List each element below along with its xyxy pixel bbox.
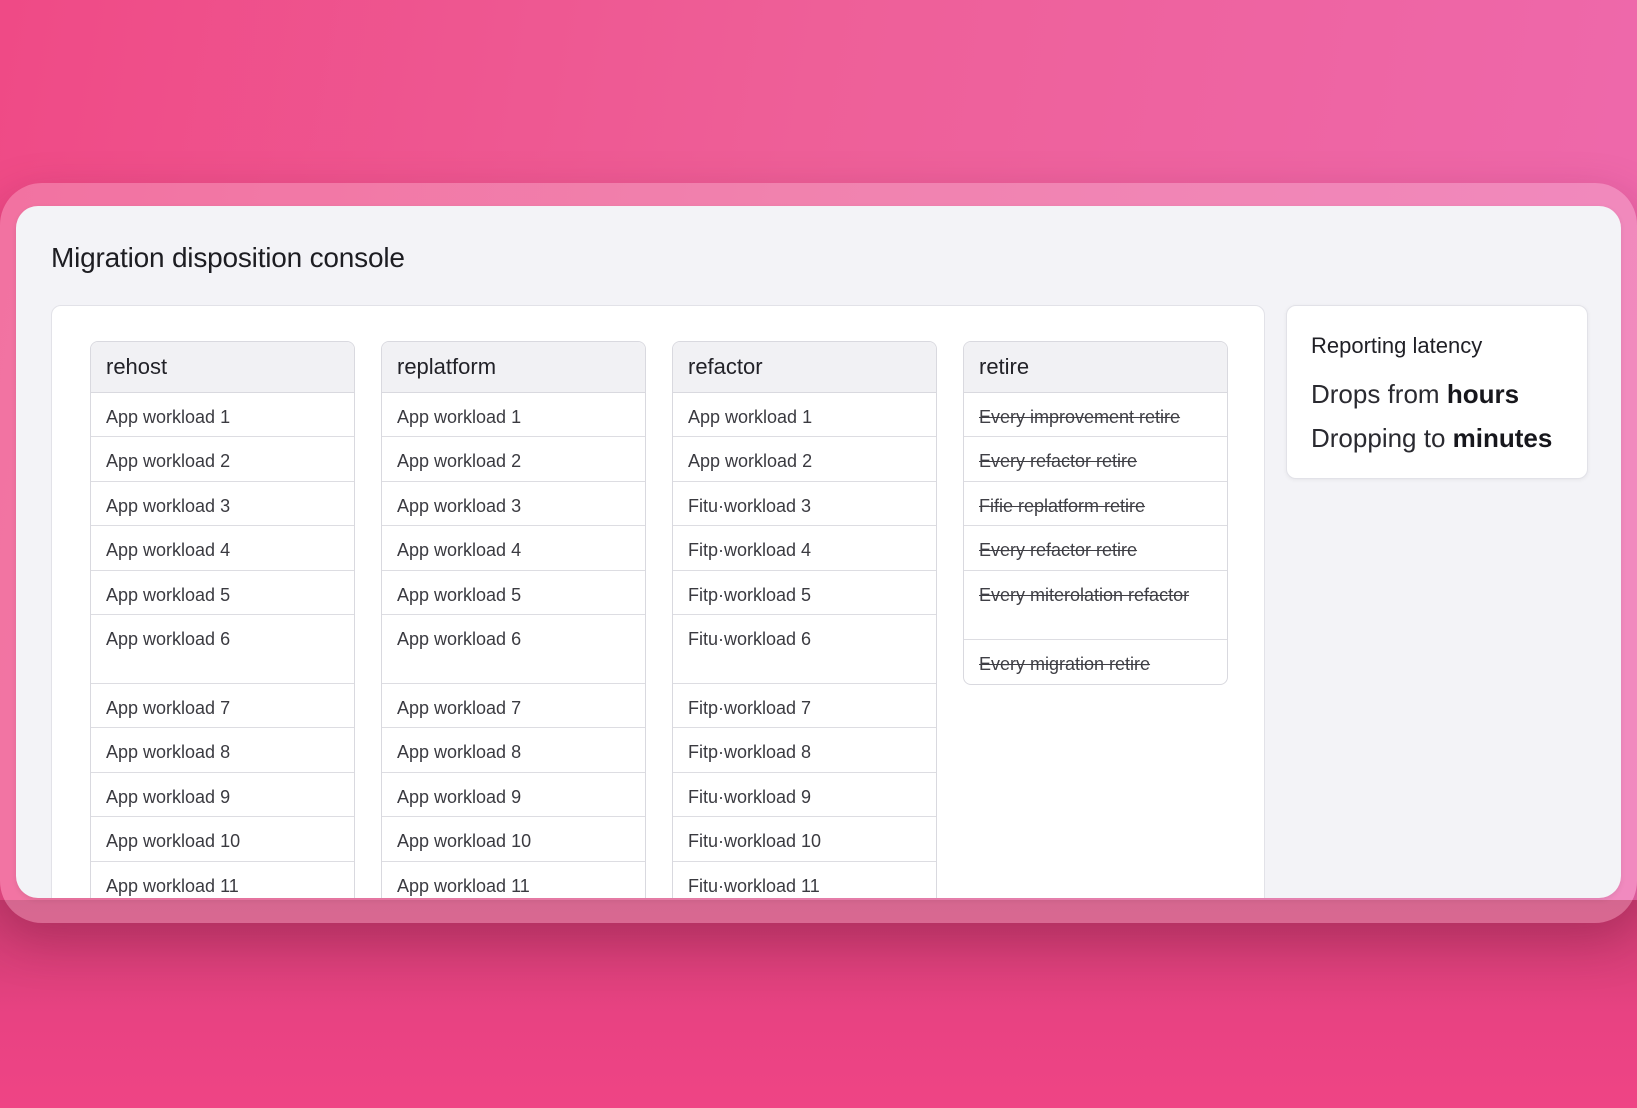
card[interactable]: Fitu·workload 3 xyxy=(673,482,936,526)
card[interactable]: App workload 8 xyxy=(91,728,354,773)
column-rehost: rehost App workload 1 App workload 2 App… xyxy=(90,341,355,898)
column-header: retire xyxy=(964,342,1227,393)
card[interactable]: Every refactor retire xyxy=(964,437,1227,482)
card[interactable]: App workload 2 xyxy=(382,437,645,482)
card[interactable]: App workload 5 xyxy=(382,571,645,615)
card[interactable]: App workload 7 xyxy=(382,684,645,728)
card[interactable]: Every migration retire xyxy=(964,640,1227,684)
column-retire: retire Every improvement retire Every re… xyxy=(963,341,1228,685)
card[interactable]: Every improvement retire xyxy=(964,393,1227,437)
card[interactable]: App workload 6 xyxy=(382,615,645,684)
card[interactable]: App workload 6 xyxy=(91,615,354,684)
latency-from-prefix: Drops from xyxy=(1311,379,1447,409)
column-header: rehost xyxy=(91,342,354,393)
disposition-board: rehost App workload 1 App workload 2 App… xyxy=(51,305,1265,898)
card[interactable]: App workload 4 xyxy=(382,526,645,571)
card[interactable]: App workload 10 xyxy=(382,817,645,862)
card[interactable]: Fitu·workload 10 xyxy=(673,817,936,862)
card[interactable]: App workload 2 xyxy=(673,437,936,482)
card[interactable]: Fitu·workload 11 xyxy=(673,862,936,898)
latency-to-value: minutes xyxy=(1452,423,1553,453)
reporting-latency-panel: Reporting latency Drops from hours Dropp… xyxy=(1286,305,1588,479)
card[interactable]: App workload 8 xyxy=(382,728,645,773)
card[interactable]: App workload 3 xyxy=(382,482,645,526)
page-title: Migration disposition console xyxy=(51,242,405,273)
card[interactable]: Fitp·workload 5 xyxy=(673,571,936,615)
latency-to-prefix: Dropping to xyxy=(1311,423,1453,453)
panel-title: Reporting latency xyxy=(1311,333,1483,358)
card[interactable]: App workload 2 xyxy=(91,437,354,482)
card[interactable]: App workload 4 xyxy=(91,526,354,571)
card[interactable]: App workload 11 xyxy=(382,862,645,898)
card[interactable]: Fitu·workload 9 xyxy=(673,773,936,817)
card[interactable]: App workload 1 xyxy=(673,393,936,437)
column-header: refactor xyxy=(673,342,936,393)
background-lower xyxy=(0,900,1637,1108)
card[interactable]: App workload 7 xyxy=(91,684,354,728)
card[interactable]: App workload 9 xyxy=(91,773,354,817)
card[interactable]: Fifie replatform retire xyxy=(964,482,1227,526)
card[interactable]: Fitu·workload 6 xyxy=(673,615,936,684)
latency-to-text: Dropping to minutes xyxy=(1311,423,1552,454)
card[interactable]: App workload 1 xyxy=(382,393,645,437)
latency-from-value: hours xyxy=(1446,379,1520,409)
app-window: Migration disposition console rehost App… xyxy=(16,206,1621,898)
card[interactable]: Every miterolation refactor xyxy=(964,571,1227,640)
card[interactable]: App workload 11 xyxy=(91,862,354,898)
card[interactable]: Every refactor retire xyxy=(964,526,1227,571)
card[interactable]: Fitp·workload 8 xyxy=(673,728,936,773)
card[interactable]: App workload 1 xyxy=(91,393,354,437)
column-header: replatform xyxy=(382,342,645,393)
card[interactable]: Fitp·workload 4 xyxy=(673,526,936,571)
column-replatform: replatform App workload 1 App workload 2… xyxy=(381,341,646,898)
latency-from-text: Drops from hours xyxy=(1311,379,1519,410)
card[interactable]: Fitp·workload 7 xyxy=(673,684,936,728)
card[interactable]: App workload 9 xyxy=(382,773,645,817)
card[interactable]: App workload 3 xyxy=(91,482,354,526)
card[interactable]: App workload 10 xyxy=(91,817,354,862)
column-refactor: refactor App workload 1 App workload 2 F… xyxy=(672,341,937,898)
card[interactable]: App workload 5 xyxy=(91,571,354,615)
